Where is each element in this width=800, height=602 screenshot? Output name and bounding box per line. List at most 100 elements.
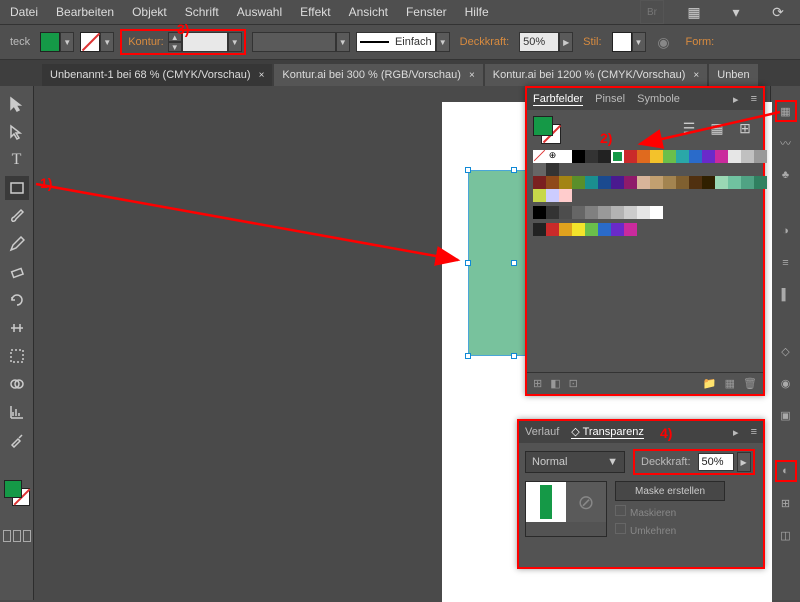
- fill-stroke-proxy[interactable]: [4, 480, 30, 506]
- swatch-cell[interactable]: [702, 150, 715, 163]
- list-view-icon[interactable]: ☰: [677, 116, 701, 140]
- swatch-cell[interactable]: [533, 189, 546, 202]
- eyedropper-tool[interactable]: [5, 428, 29, 452]
- swatch-cell[interactable]: [611, 223, 624, 236]
- swatch-lib-icon[interactable]: ⊞: [533, 377, 542, 390]
- brushes-panel-icon[interactable]: 〰: [775, 132, 797, 154]
- swatch-cell[interactable]: [611, 206, 624, 219]
- close-icon[interactable]: ×: [259, 70, 265, 81]
- swatch-cell[interactable]: [559, 223, 572, 236]
- opacity-slider-btn[interactable]: ▶: [737, 452, 751, 472]
- selection-tool[interactable]: [5, 92, 29, 116]
- swatch-cell[interactable]: [715, 176, 728, 189]
- invert-checkbox[interactable]: Umkehren: [615, 523, 725, 537]
- panel-more-icon[interactable]: ▸: [733, 426, 739, 439]
- shape-builder-tool[interactable]: [5, 372, 29, 396]
- menu-ansicht[interactable]: Ansicht: [349, 5, 388, 19]
- swatch-cell[interactable]: [585, 223, 598, 236]
- doc-tab-4[interactable]: Unben: [709, 64, 757, 86]
- swatch-cell[interactable]: [741, 176, 754, 189]
- swatch-cell[interactable]: [663, 176, 676, 189]
- rotate-tool[interactable]: [5, 288, 29, 312]
- swatch-cell[interactable]: [559, 176, 572, 189]
- gradient-panel-icon[interactable]: ▌: [775, 284, 797, 306]
- swatch-cell[interactable]: [637, 150, 650, 163]
- swatch-cell[interactable]: [624, 206, 637, 219]
- swatch-cell[interactable]: [572, 150, 585, 163]
- swatch-cell[interactable]: [533, 163, 546, 176]
- swatch-cell[interactable]: [546, 176, 559, 189]
- swatch-cell[interactable]: [689, 150, 702, 163]
- menu-fenster[interactable]: Fenster: [406, 5, 447, 19]
- swatch-cell[interactable]: [637, 176, 650, 189]
- fill-swatch[interactable]: ▼: [40, 32, 74, 52]
- symbols-panel-icon[interactable]: ♣: [775, 164, 797, 186]
- stroke-weight-dd[interactable]: ▼: [228, 32, 242, 52]
- mask-thumb[interactable]: [526, 482, 566, 522]
- swatch-cell[interactable]: [611, 176, 624, 189]
- swatch-cell[interactable]: [689, 176, 702, 189]
- menu-objekt[interactable]: Objekt: [132, 5, 167, 19]
- swatch-cell[interactable]: [754, 150, 767, 163]
- rectangle-tool[interactable]: [5, 176, 29, 200]
- clip-checkbox[interactable]: Maskieren: [615, 505, 725, 519]
- stroke-panel-icon[interactable]: ≡: [775, 252, 797, 274]
- swatch-cell[interactable]: [533, 176, 546, 189]
- swatch-cell[interactable]: [676, 150, 689, 163]
- appearance-panel-icon[interactable]: ◉: [775, 372, 797, 394]
- direct-select-tool[interactable]: [5, 120, 29, 144]
- brush-tool[interactable]: [5, 204, 29, 228]
- tab-symbole[interactable]: Symbole: [637, 93, 680, 105]
- swatch-cell[interactable]: [715, 150, 728, 163]
- swatch-cell[interactable]: [572, 206, 585, 219]
- type-tool[interactable]: T: [5, 148, 29, 172]
- style-swatch[interactable]: ▼: [612, 32, 646, 52]
- tab-transparenz[interactable]: ◇ Transparenz: [571, 425, 644, 439]
- swatch-cell[interactable]: [637, 206, 650, 219]
- swatches-panel-icon[interactable]: ▦: [775, 100, 797, 122]
- sync-icon[interactable]: ⟳: [766, 0, 790, 24]
- draw-modes[interactable]: [3, 530, 31, 542]
- swatch-cell[interactable]: [611, 150, 624, 163]
- pencil-tool[interactable]: [5, 232, 29, 256]
- doc-tab-2[interactable]: Kontur.ai bei 300 % (RGB/Vorschau)×: [274, 64, 482, 86]
- new-group-icon[interactable]: 📁: [703, 377, 717, 390]
- swatch-cell[interactable]: [702, 176, 715, 189]
- options-icon[interactable]: ⊞: [733, 116, 757, 140]
- recolor-icon[interactable]: ◉: [652, 30, 676, 54]
- swatch-cell[interactable]: [624, 150, 637, 163]
- current-fill-proxy[interactable]: [533, 116, 561, 144]
- swatch-cell[interactable]: [598, 206, 611, 219]
- swatch-cell[interactable]: [598, 150, 611, 163]
- swatch-cell[interactable]: [598, 223, 611, 236]
- brush-def[interactable]: Einfach▼: [356, 32, 450, 52]
- color-panel-icon[interactable]: ◑: [775, 220, 797, 242]
- tab-verlauf[interactable]: Verlauf: [525, 426, 559, 438]
- grid-view-icon[interactable]: ▦: [705, 116, 729, 140]
- doc-tab-3[interactable]: Kontur.ai bei 1200 % (CMYK/Vorschau)×: [485, 64, 707, 86]
- swatch-cell[interactable]: [585, 176, 598, 189]
- swatch-cell[interactable]: [598, 176, 611, 189]
- swatch-cell[interactable]: [663, 150, 676, 163]
- swatch-cell[interactable]: [585, 206, 598, 219]
- menu-bearbeiten[interactable]: Bearbeiten: [56, 5, 114, 19]
- swatch-cell[interactable]: [546, 206, 559, 219]
- panel-menu-icon[interactable]: ≡: [751, 426, 757, 438]
- bridge-icon[interactable]: Br: [640, 0, 664, 24]
- doc-tab-1[interactable]: Unbenannt-1 bei 68 % (CMYK/Vorschau)×: [42, 64, 272, 86]
- free-transform-tool[interactable]: [5, 344, 29, 368]
- close-icon[interactable]: ×: [693, 70, 699, 81]
- blend-mode-select[interactable]: Normal▼: [525, 451, 625, 473]
- delete-swatch-icon[interactable]: 🗑: [743, 377, 757, 390]
- swatch-cell[interactable]: [572, 223, 585, 236]
- opacity-field-panel[interactable]: 50%: [698, 453, 734, 471]
- menu-hilfe[interactable]: Hilfe: [465, 5, 489, 19]
- swatch-cell[interactable]: [676, 176, 689, 189]
- swatch-cell[interactable]: [741, 150, 754, 163]
- swatch-cell[interactable]: [585, 150, 598, 163]
- menu-schrift[interactable]: Schrift: [185, 5, 219, 19]
- menu-datei[interactable]: Datei: [10, 5, 38, 19]
- swatch-cell[interactable]: [754, 176, 767, 189]
- swatch-cell[interactable]: [546, 189, 559, 202]
- arrange-icon[interactable]: ▦: [682, 0, 706, 24]
